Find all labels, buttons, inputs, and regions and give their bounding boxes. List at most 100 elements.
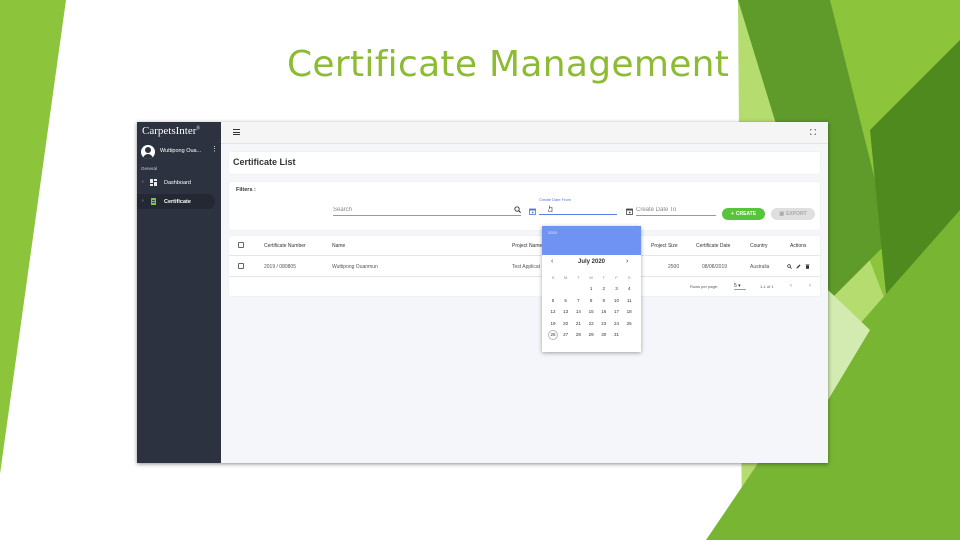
table-cell: 2500	[668, 264, 680, 270]
column-header[interactable]: Name	[332, 243, 345, 249]
avatar	[141, 145, 155, 159]
column-header[interactable]: Project Size	[651, 243, 678, 249]
column-header[interactable]: Project Name	[512, 243, 542, 249]
create-button[interactable]: + CREATE	[722, 208, 765, 220]
create-date-from-field[interactable]: Create Date From	[539, 197, 617, 215]
calendar-day[interactable]: 27	[561, 330, 571, 340]
row-checkbox[interactable]	[238, 263, 244, 269]
rows-per-page-select[interactable]: 5 ▾	[734, 283, 746, 290]
calendar-day[interactable]: 15	[586, 307, 596, 317]
calendar-day[interactable]: 25	[624, 319, 634, 329]
calendar-day[interactable]: 21	[573, 319, 583, 329]
weekday-label: M	[564, 275, 568, 280]
prev-page-icon[interactable]: ‹	[790, 283, 792, 289]
calendar-day[interactable]: 22	[586, 319, 596, 329]
hand-cursor-icon	[548, 205, 553, 212]
table-cell: Australia	[750, 264, 770, 270]
fullscreen-icon[interactable]	[810, 129, 816, 135]
calendar-day[interactable]: 1	[586, 284, 596, 294]
weekday-label: S	[551, 275, 555, 280]
caret-down-icon: ▾	[738, 283, 741, 289]
calendar-day[interactable]: 11	[624, 296, 634, 306]
date-picker-year[interactable]: 2020	[548, 230, 557, 235]
grid-icon: ▦	[779, 211, 785, 217]
calendar-day[interactable]: 30	[599, 330, 609, 340]
calendar-day[interactable]: 13	[561, 307, 571, 317]
calendar-day[interactable]: 18	[624, 307, 634, 317]
kebab-icon[interactable]: ⋮	[211, 146, 218, 153]
sidebar-item-label: Dashboard	[164, 180, 191, 186]
date-picker-header: 2020	[542, 226, 641, 255]
calendar-day[interactable]: 31	[612, 330, 622, 340]
calendar-day[interactable]: 3	[612, 284, 622, 294]
calendar-day[interactable]: 10	[612, 296, 622, 306]
calendar-day[interactable]: 9	[599, 296, 609, 306]
calendar-day[interactable]: 20	[561, 319, 571, 329]
weekday-label: T	[577, 275, 580, 280]
calendar-day[interactable]: 5	[548, 296, 558, 306]
table-cell: Wuttipong Ouanmun	[332, 264, 378, 270]
calendar-icon[interactable]	[529, 208, 536, 215]
sidebar-section-general: General	[141, 166, 158, 171]
search-icon[interactable]	[787, 264, 792, 269]
calendar-day[interactable]: 29	[586, 330, 596, 340]
chevron-right-icon: ›	[142, 179, 144, 185]
table-cell: 2019 / 080805	[264, 264, 296, 270]
edit-icon[interactable]	[796, 264, 801, 269]
calendar-icon[interactable]	[626, 208, 633, 215]
filters-card: Filters : Create Date From +CREATE ▦EXPO…	[229, 182, 820, 230]
search-icon[interactable]	[514, 206, 521, 213]
sidebar-item-dashboard[interactable]: › Dashboard	[137, 175, 215, 190]
delete-icon[interactable]	[805, 264, 810, 269]
calendar-day[interactable]: 28	[573, 330, 583, 340]
rows-per-page-value: 5	[734, 283, 737, 289]
app-logo: CarpetsInter®	[142, 125, 201, 137]
column-header[interactable]: Certificate Number	[264, 243, 306, 249]
calendar-day[interactable]: 4	[624, 284, 634, 294]
date-picker: 2020 ‹ July 2020 › SMTWTFS 1 2 3 4 5 6 7 8 9 10 11…	[542, 226, 641, 352]
calendar-day[interactable]: 14	[573, 307, 583, 317]
dashboard-icon	[150, 179, 157, 186]
column-header[interactable]: Country	[750, 243, 768, 249]
page-title: Certificate List	[233, 157, 296, 167]
calendar-day[interactable]: 23	[599, 319, 609, 329]
select-all-checkbox[interactable]	[238, 242, 244, 248]
calendar-day[interactable]: 2	[599, 284, 609, 294]
hamburger-icon[interactable]	[233, 129, 240, 135]
next-page-icon[interactable]: ›	[809, 283, 811, 289]
sidebar: CarpetsInter® Wuttipong Oua... ⋮ General…	[137, 122, 221, 463]
column-header[interactable]: Certificate Date	[696, 243, 730, 249]
sidebar-item-label: Certificate	[164, 199, 191, 205]
sidebar-item-certificate[interactable]: › Certificate	[137, 194, 215, 209]
certificate-table-card: Certificate Number Name Project Name Pro…	[229, 236, 820, 296]
top-bar	[221, 122, 828, 144]
search-input[interactable]	[333, 205, 503, 215]
app-window: CarpetsInter® Wuttipong Oua... ⋮ General…	[137, 122, 828, 463]
calendar-day[interactable]: 24	[612, 319, 622, 329]
export-button[interactable]: ▦ EXPORT	[771, 208, 815, 220]
calendar-day[interactable]: 16	[599, 307, 609, 317]
user-name: Wuttipong Oua...	[160, 148, 202, 154]
rows-per-page-label: Rows per page:	[690, 284, 719, 289]
document-icon	[151, 198, 156, 205]
create-date-to-input[interactable]	[636, 205, 716, 215]
calendar-day[interactable]: 19	[548, 319, 558, 329]
calendar-day[interactable]: 8	[586, 296, 596, 306]
calendar-day[interactable]: 26	[548, 330, 558, 341]
calendar-day[interactable]: 12	[548, 307, 558, 317]
weekday-label: T	[602, 275, 606, 280]
plus-icon: +	[730, 211, 734, 217]
table-cell: Test Applicat	[512, 264, 541, 270]
chevron-right-icon[interactable]: ›	[626, 258, 628, 265]
weekday-label: W	[589, 275, 593, 280]
slide-title: Certificate Management	[287, 44, 730, 85]
user-profile[interactable]: Wuttipong Oua... ⋮	[141, 145, 219, 159]
calendar-day[interactable]: 17	[612, 307, 622, 317]
table-cell: 08/08/2019	[702, 264, 728, 270]
filters-label: Filters :	[236, 187, 256, 193]
left-green-shape	[0, 0, 66, 474]
calendar-day[interactable]: 6	[561, 296, 571, 306]
weekday-label: F	[615, 275, 618, 280]
calendar-day[interactable]: 7	[573, 296, 583, 306]
export-button-label: EXPORT	[786, 211, 807, 217]
